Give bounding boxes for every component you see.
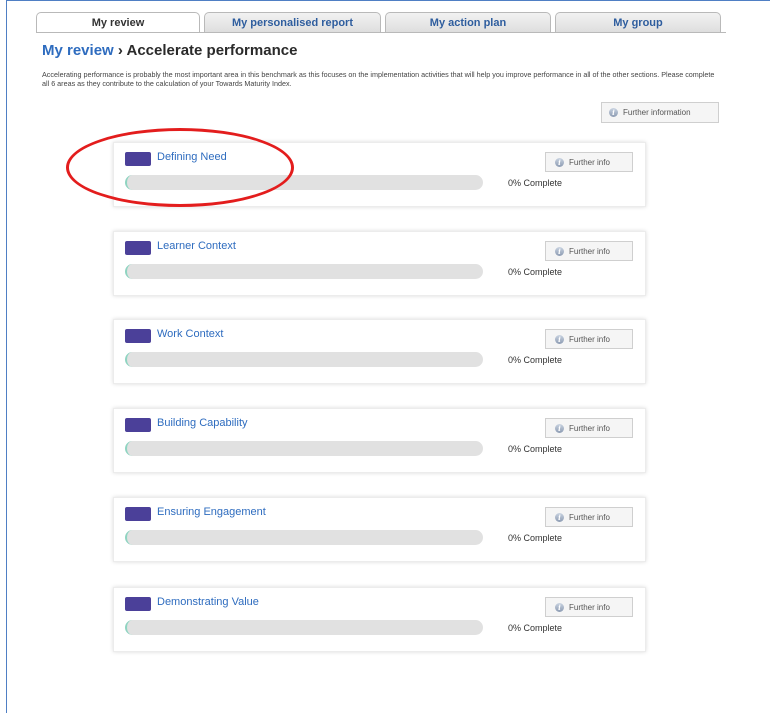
progress-bar [125,264,483,279]
area-link[interactable]: Work Context [157,328,223,340]
info-icon: i [555,423,564,433]
further-info-button[interactable]: i Further info [545,418,633,438]
area-card: Learner Context i Further info 0% Complete [113,231,646,296]
area-card: Defining Need i Further info 0% Complete [113,142,646,207]
progress-text: 0% Complete [508,178,563,188]
info-icon: i [555,334,564,344]
progress-bar [125,352,483,367]
further-info-label: Further info [569,246,610,256]
progress-bar [125,175,483,190]
further-info-label: Further info [569,334,610,344]
tab-divider [36,32,726,33]
further-info-button[interactable]: i Further info [545,152,633,172]
area-link[interactable]: Demonstrating Value [157,596,259,608]
page-heading: Accelerate performance [126,42,298,59]
further-information-label: Further information [623,108,691,117]
breadcrumb-separator: › [113,42,127,59]
area-link[interactable]: Building Capability [157,417,248,429]
area-card: Demonstrating Value i Further info 0% Compl… [113,587,646,652]
further-info-label: Further info [569,157,610,167]
tab-my-personalised-report[interactable]: My personalised report [204,12,381,32]
area-link[interactable]: Learner Context [157,240,236,252]
area-card: Ensuring Engagement i Further info 0% Compl… [113,497,646,562]
area-link[interactable]: Ensuring Engagement [157,506,266,518]
further-info-button[interactable]: i Further info [545,329,633,349]
further-info-button[interactable]: i Further info [545,597,633,617]
area-color-swatch [125,597,151,611]
area-color-swatch [125,241,151,255]
further-info-label: Further info [569,423,610,433]
progress-text: 0% Complete [508,355,563,365]
area-color-swatch [125,507,151,521]
page-description: Accelerating performance is probably the… [42,70,715,88]
area-color-swatch [125,152,151,166]
area-color-swatch [125,329,151,343]
info-icon: i [555,602,564,612]
info-icon: i [555,512,564,522]
tab-my-group[interactable]: My group [555,12,721,32]
progress-bar [125,441,483,456]
further-info-label: Further info [569,512,610,522]
page-title: My review › Accelerate performance [42,42,297,59]
further-information-button[interactable]: i Further information [601,102,719,123]
progress-text: 0% Complete [508,623,563,633]
progress-text: 0% Complete [508,533,563,543]
area-card: Work Context i Further info 0% Complete [113,319,646,384]
progress-bar [125,620,483,635]
progress-bar [125,530,483,545]
further-info-label: Further info [569,602,610,612]
info-icon: i [555,246,564,256]
area-card: Building Capability i Further info 0% Compl… [113,408,646,473]
info-icon: i [555,157,564,167]
further-info-button[interactable]: i Further info [545,241,633,261]
tab-bar: My review My personalised report My acti… [36,12,726,33]
tab-my-action-plan[interactable]: My action plan [385,12,551,32]
area-link[interactable]: Defining Need [157,151,227,163]
progress-text: 0% Complete [508,267,563,277]
info-icon: i [609,108,618,117]
progress-text: 0% Complete [508,444,563,454]
breadcrumb-my-review[interactable]: My review [42,42,114,59]
area-color-swatch [125,418,151,432]
tab-my-review[interactable]: My review [36,12,200,33]
further-info-button[interactable]: i Further info [545,507,633,527]
